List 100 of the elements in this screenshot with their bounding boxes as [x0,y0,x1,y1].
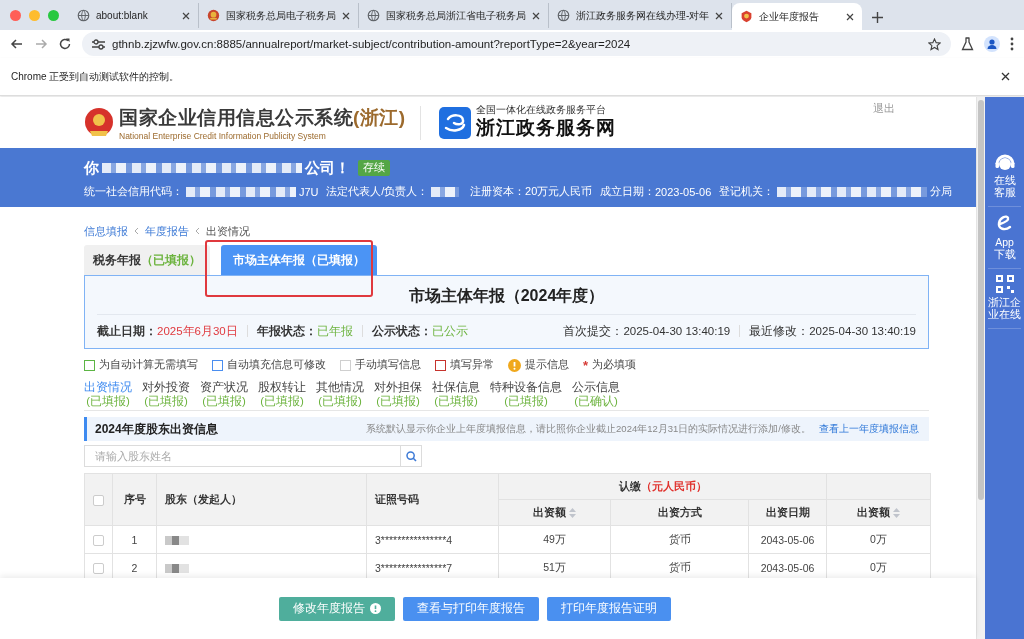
emblem-icon [207,9,220,22]
timestamp-value: 2025-04-30 13:40:19 [809,325,916,337]
headset-icon [994,153,1015,171]
section-tab[interactable]: 出资情况 (已填报) [84,380,132,408]
site-settings-icon[interactable] [92,38,105,50]
column-header: 股东（发起人） [165,492,242,505]
chevron-icon [195,227,200,235]
side-rail-item[interactable]: 在线客服 [988,147,1021,207]
search-icon [405,450,417,462]
close-icon[interactable] [342,11,350,20]
currency-unit: （元人民币） [640,479,707,492]
close-icon[interactable] [715,11,724,20]
notice-text: 系统默认显示你企业上年度填报信息，请比照你企业截止2024年12月31日的实际情况进行添加/修改。 [366,422,811,436]
table-cell: 0万 [826,525,931,554]
table-cell: 1 [112,525,157,554]
field-label: 注册资本： [470,184,526,199]
greeting-text: 你 [84,158,99,178]
field-label: 统一社会信用代码： [84,184,183,199]
profile-icon[interactable] [984,36,1000,52]
browser-tab[interactable]: 国家税务总局电子税务局 [199,3,359,28]
legend-label: 自动填充信息可修改 [227,358,326,372]
qr-code-icon [995,275,1014,293]
section-tab[interactable]: 特种设备信息 (已填报) [490,380,562,408]
breadcrumb-link[interactable]: 信息填报 [84,223,128,239]
select-all-checkbox[interactable] [93,494,104,506]
report-tab[interactable]: 税务年报（已填报） [84,245,210,275]
browser-tab[interactable]: about:blank [69,3,199,28]
new-tab-icon[interactable] [872,12,884,23]
side-rail-item[interactable]: 浙江企业在线 [988,269,1021,329]
legend-label: 为自动计算无需填写 [99,358,198,372]
previous-year-link[interactable]: 查看上一年度填报信息 [819,422,919,436]
breadcrumb-link[interactable]: 年度报告 [145,223,189,239]
legend-label: 为必填项 [592,358,637,372]
close-icon[interactable] [182,11,190,20]
seal-icon [740,10,754,23]
browser-tab[interactable]: 企业年度报告 [732,3,863,30]
site-title: 国家企业信用信息公示系统(浙江) [119,105,406,130]
row-checkbox[interactable] [93,562,104,574]
greeting-text: 公司！ [305,158,350,178]
legend-label: 填写异常 [450,358,494,372]
globe-icon [367,9,380,22]
legend-label: 手动填写信息 [355,358,421,372]
close-icon[interactable] [532,11,540,20]
timestamp-label: 最近修改： [749,323,810,339]
browser-tab[interactable]: 国家税务总局浙江省电子税务局 [359,3,549,28]
status-value: 2025年6月30日 [157,323,238,339]
column-header: 序号 [123,492,146,505]
search-button[interactable] [400,445,422,467]
close-icon[interactable] [1001,72,1010,81]
table-cell: 3****************4 [366,525,499,554]
section-tab[interactable]: 社保信息 (已填报) [432,380,480,408]
reload-icon[interactable] [58,37,72,51]
field-label: 法定代表人/负责人： [326,184,429,199]
table-cell: 49万 [498,525,611,554]
back-icon[interactable] [10,37,24,51]
column-header: 出资方式 [657,505,702,518]
status-value: 已公示 [431,323,468,339]
section-title: 2024年度股东出资信息 [95,420,218,438]
status-label: 年报状态： [256,323,317,339]
column-header: 出资额 [857,505,891,518]
column-header: 出资日期 [765,505,810,518]
table-cell: 货币 [610,525,749,554]
timestamp-label: 首次提交： [563,323,624,339]
table-cell: 2043-05-06 [748,525,827,554]
site-subtitle: National Enterprise Credit Information Publicity System [119,130,327,141]
status-label: 截止日期： [97,323,157,339]
globe-icon [77,9,90,22]
automation-notice: Chrome 正受到自动测试软件的控制。 [11,69,180,84]
breadcrumb-current: 出资情况 [206,223,250,239]
section-tab[interactable]: 对外担保 (已填报) [374,380,422,408]
flask-icon[interactable] [961,37,974,51]
search-field[interactable]: 请输入股东姓名 [84,445,400,467]
status-label: 公示状态： [371,323,432,339]
portal-tagline: 全国一体化在线政务服务平台 [475,104,607,115]
info-icon [508,358,521,372]
row-checkbox[interactable] [93,534,104,546]
close-icon[interactable] [846,12,855,21]
timestamp-value: 2025-04-30 13:40:19 [623,325,731,337]
section-tab[interactable]: 对外投资 (已填报) [142,380,190,408]
address-bar[interactable]: gthnb.zjzwfw.gov.cn:8885/annualreport/market-subject/contribution-amount?reportType=2&year=2024 [82,32,951,56]
field-value: 2023-05-06 [655,185,712,198]
section-tab[interactable]: 其他情况 (已填报) [316,380,364,408]
legend-label: 提示信息 [525,358,569,372]
required-mark: * [583,357,589,373]
section-tab[interactable]: 公示信息 (已确认) [572,380,620,408]
section-tab[interactable]: 资产状况 (已填报) [200,380,248,408]
portal-name: 浙江政务服务网 [475,116,616,140]
column-header: 出资额 [533,505,567,518]
star-icon[interactable] [928,37,941,51]
status-badge: 存续 [358,160,390,176]
globe-icon [557,9,570,22]
status-value: 已年报 [316,323,353,339]
national-emblem-icon [84,106,114,139]
chevron-icon [134,227,139,235]
column-header: 认缴 [618,479,641,492]
section-tab[interactable]: 股权转让 (已填报) [258,380,306,408]
field-label: 成立日期： [600,184,655,199]
menu-icon[interactable] [1010,37,1014,51]
side-rail-item[interactable]: App下载 [988,207,1021,269]
portal-logo-icon [438,106,471,139]
